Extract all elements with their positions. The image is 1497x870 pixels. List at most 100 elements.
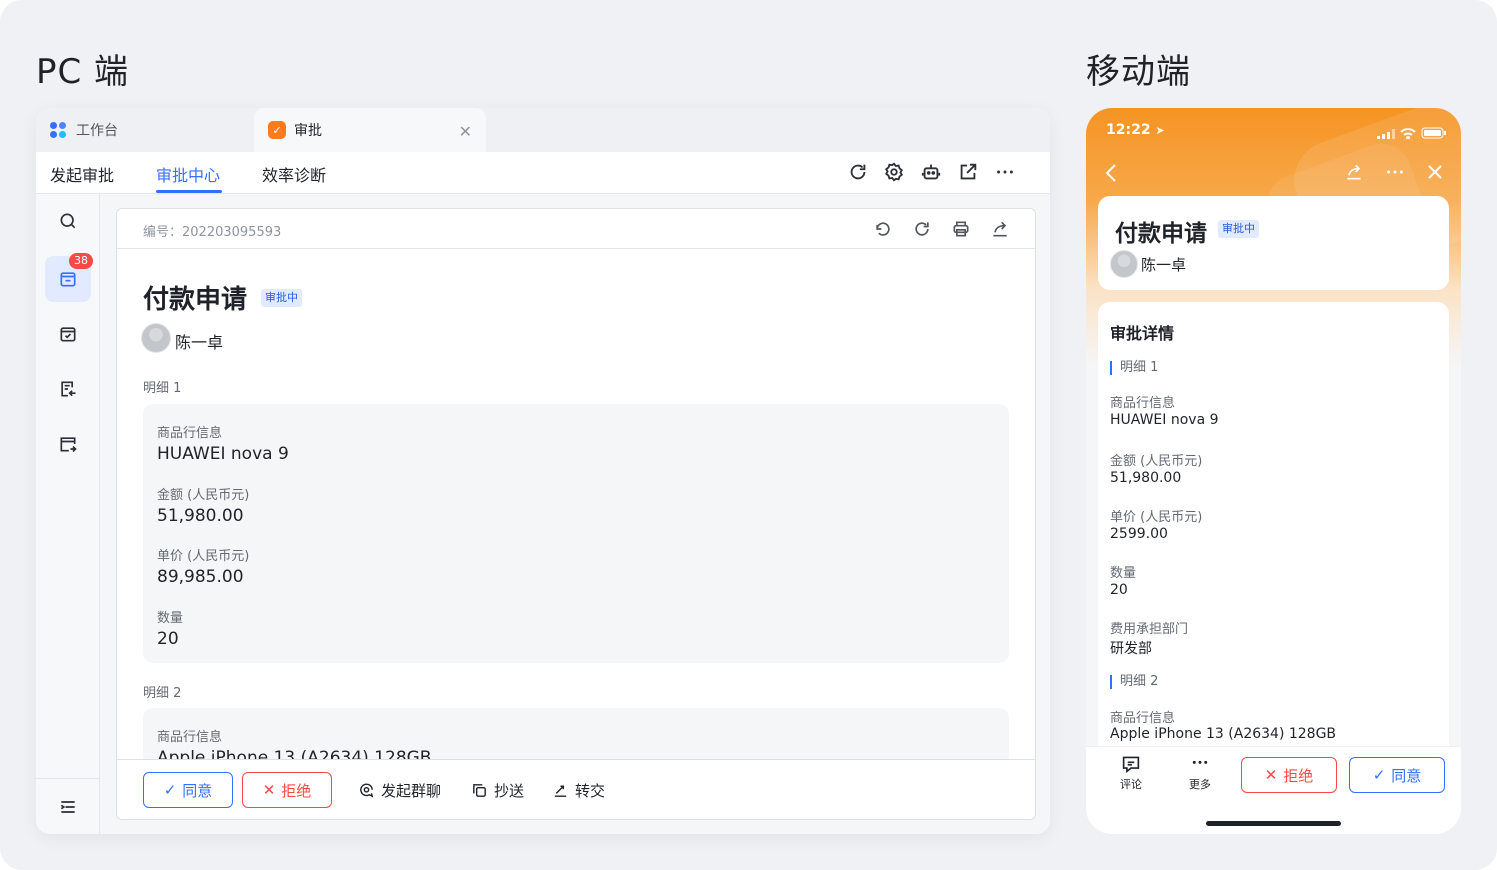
field-value: HUAWEI nova 9 (1110, 412, 1219, 428)
close-icon: ✕ (262, 781, 276, 799)
archive-forward-icon (60, 437, 77, 453)
check-icon: ✓ (1372, 766, 1386, 784)
copy-icon (473, 784, 486, 797)
group-chat-button[interactable]: 发起群聊 (358, 780, 441, 801)
more-icon[interactable] (1384, 162, 1406, 186)
detail-group-label: 明细 2 (1110, 675, 1158, 689)
history-icon[interactable] (873, 219, 893, 239)
home-indicator[interactable] (1206, 821, 1341, 826)
nav-item-efficiency[interactable]: 效率诊断 (262, 162, 326, 186)
sidebar-search[interactable] (45, 198, 91, 244)
page-title: 付款申请 (143, 285, 248, 315)
canvas: PC 端 移动端 工作台 ✓ 审批 ✕ 发起审批 审批中心 效率诊断 38 编号… (0, 0, 1497, 870)
back-icon[interactable] (1104, 162, 1118, 188)
open-external-icon[interactable] (957, 161, 979, 183)
detail-box: 商品行信息 HUAWEI nova 9 金额 (人民币元) 51,980.00 … (143, 404, 1009, 663)
mobile-device: 12:22 ➤ 付款申请 审批中 陈一卓 审批详情 明细 1 商品行信息 HUA… (1086, 108, 1461, 834)
reject-button[interactable]: ✕ 拒绝 (242, 772, 332, 808)
reject-label: 拒绝 (1283, 766, 1314, 785)
battery-icon (1421, 127, 1446, 139)
agree-button[interactable]: ✓ 同意 (1349, 757, 1445, 793)
agree-label: 同意 (1391, 766, 1422, 785)
mobile-detail-card: 审批详情 明细 1 商品行信息 HUAWEI nova 9 金额 (人民币元) … (1098, 302, 1449, 746)
tab-label: 工作台 (76, 123, 118, 139)
sidebar-item-initiated[interactable] (45, 366, 91, 412)
sidebar: 38 (36, 194, 100, 834)
sidebar-item-todo[interactable]: 38 (45, 253, 93, 302)
field-label: 费用承担部门 (1110, 622, 1189, 637)
tab-workspace[interactable]: 工作台 (50, 108, 250, 152)
avatar (1110, 250, 1138, 278)
approval-app-icon: ✓ (268, 121, 286, 139)
field-value: Apple iPhone 13 (A2634) 128GB (1110, 726, 1337, 742)
status-icons (1376, 124, 1447, 143)
agree-button[interactable]: ✓ 同意 (143, 772, 233, 808)
transfer-label: 转交 (575, 782, 606, 800)
share-icon[interactable] (1344, 162, 1364, 186)
field-value: 2599.00 (1110, 526, 1168, 542)
close-icon[interactable]: ✕ (459, 122, 472, 141)
agree-label: 同意 (182, 781, 213, 800)
field-label: 数量 (1110, 566, 1137, 581)
close-icon[interactable] (1426, 162, 1444, 186)
robot-icon[interactable] (920, 161, 942, 183)
document-arrow-icon (61, 381, 76, 397)
field-label: 商品行信息 (157, 730, 223, 745)
comment-button[interactable]: 评论 (1111, 755, 1151, 792)
more-icon[interactable] (994, 161, 1016, 183)
serial-number: 编号：202203095593 (143, 225, 282, 240)
sidebar-collapse[interactable] (45, 784, 91, 830)
applicant-name: 陈一卓 (175, 333, 224, 352)
reject-label: 拒绝 (281, 781, 312, 800)
more-label: 更多 (1189, 778, 1211, 791)
field-value: 89,985.00 (157, 567, 244, 587)
tab-bar: 工作台 ✓ 审批 ✕ (36, 108, 1050, 152)
field-label: 商品行信息 (157, 426, 223, 441)
mobile-heading: 移动端 (1086, 52, 1191, 92)
detail-group-label: 明细 1 (1110, 361, 1158, 375)
workspace-icon (50, 122, 66, 138)
sidebar-item-done[interactable] (45, 311, 91, 357)
print-icon[interactable] (951, 219, 971, 239)
more-button[interactable]: 更多 (1180, 755, 1220, 792)
group-chat-label: 发起群聊 (381, 782, 442, 800)
field-label: 金额 (人民币元) (1110, 454, 1203, 469)
status-time-text: 12:22 (1106, 122, 1151, 138)
field-value: 51,980.00 (1110, 470, 1182, 486)
close-icon: ✕ (1264, 766, 1278, 784)
sidebar-divider (36, 778, 100, 779)
reject-button[interactable]: ✕ 拒绝 (1241, 757, 1337, 793)
field-value: 20 (1110, 582, 1128, 598)
avatar (141, 323, 171, 353)
refresh-icon[interactable] (912, 219, 932, 239)
refresh-icon[interactable] (847, 161, 869, 183)
status-badge: 审批中 (1218, 220, 1259, 238)
inbox-icon (60, 272, 76, 287)
share-icon[interactable] (990, 219, 1010, 239)
cc-button[interactable]: 抄送 (471, 780, 524, 801)
location-icon: ➤ (1155, 124, 1165, 137)
archive-check-icon (60, 327, 76, 342)
check-icon: ✓ (163, 781, 177, 799)
settings-icon[interactable] (883, 161, 905, 183)
tab-approval[interactable]: ✓ 审批 ✕ (254, 108, 486, 152)
field-label: 金额 (人民币元) (157, 488, 250, 503)
chat-search-icon (360, 783, 374, 798)
transfer-button[interactable]: 转交 (552, 780, 605, 801)
mobile-action-bar: 评论 更多 ✕ 拒绝 ✓ 同意 (1086, 746, 1461, 834)
pc-window: 工作台 ✓ 审批 ✕ 发起审批 审批中心 效率诊断 38 编号：20220309… (36, 108, 1050, 834)
field-label: 数量 (157, 611, 184, 626)
nav-item-approval-center[interactable]: 审批中心 (156, 162, 220, 186)
search-icon (60, 213, 76, 229)
more-icon (1192, 760, 1208, 764)
nav-item-start-approval[interactable]: 发起审批 (50, 162, 114, 186)
transfer-icon (554, 785, 567, 797)
approval-card: 编号：202203095593 付款申请 审批中 陈一卓 明细 1 商品行信息 … (116, 208, 1036, 820)
nav-active-indicator (156, 190, 222, 193)
comment-icon (1122, 756, 1140, 774)
field-label: 商品行信息 (1110, 711, 1176, 726)
sidebar-item-cc[interactable] (45, 421, 91, 467)
tab-label: 审批 (294, 123, 322, 139)
field-label: 商品行信息 (1110, 396, 1176, 411)
card-header: 编号：202203095593 (117, 209, 1035, 249)
